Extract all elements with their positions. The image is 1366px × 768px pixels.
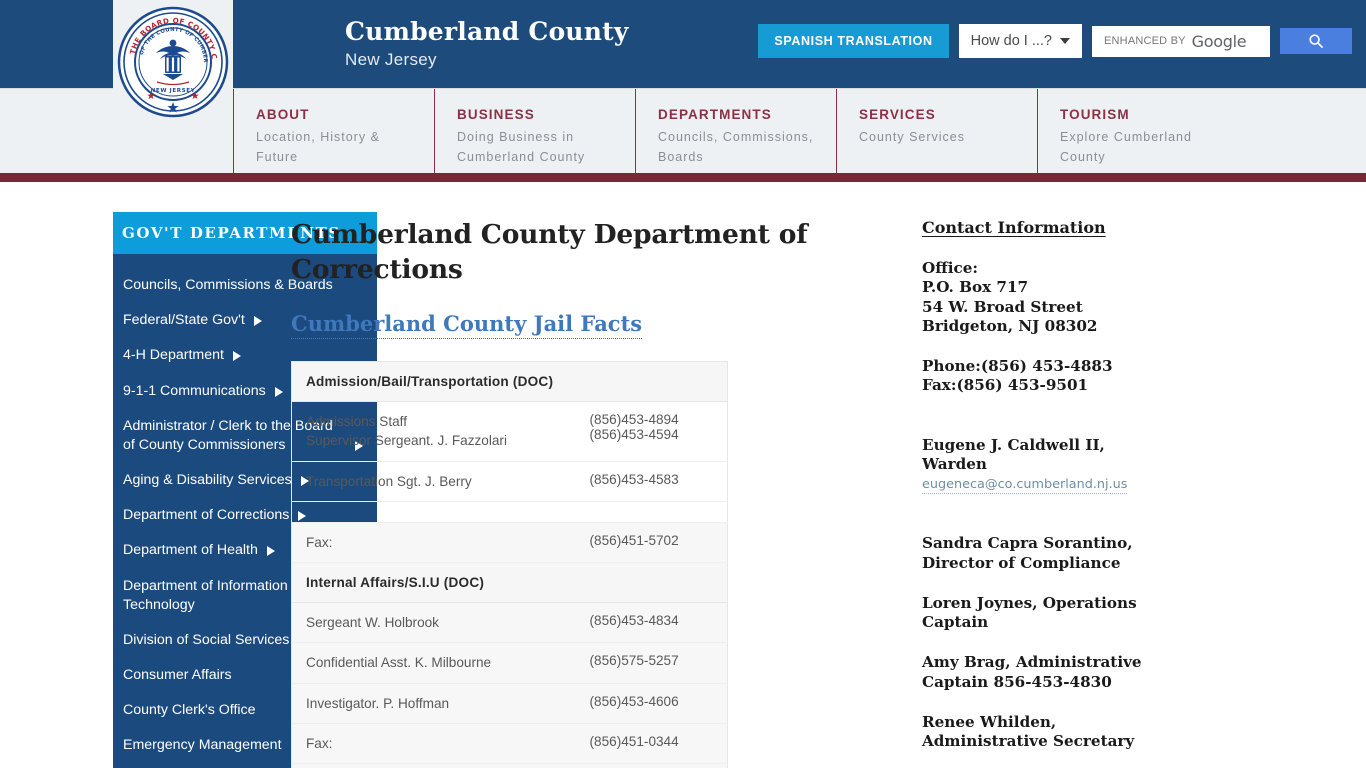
nav-item-tourism[interactable]: TOURISM Explore Cumberland County — [1037, 89, 1238, 173]
table-section-header: Admission/Bail/Transportation (DOC) — [291, 361, 728, 402]
how-do-i-label: How do I ...? — [970, 33, 1052, 49]
contact-information-heading[interactable]: Contact Information — [922, 218, 1152, 237]
warden-name: Eugene J. Caldwell II, Warden — [922, 436, 1105, 474]
table-cell-phone: (856)453-4894 (856)453-4594 — [575, 401, 728, 462]
table-cell-name: Admissions Staff Supervisor Sergeant. J.… — [291, 401, 576, 462]
sidebar-item-label: Department of Corrections — [123, 507, 290, 524]
table-row: Confidential Asst. K. Milbourne (856)575-… — [291, 642, 728, 684]
nav-subtitle: County Services — [859, 130, 966, 144]
page-root: THE BOARD OF COUNTY COMMISSIONERS OF THE… — [0, 0, 1366, 768]
table-cell-name: Fax: — [291, 522, 576, 564]
table-cell-phone: (856)453-4583 — [575, 461, 728, 502]
chevron-down-icon — [1060, 38, 1070, 44]
nav-accent-bar — [0, 173, 1366, 182]
spanish-translation-button[interactable]: SPANISH TRANSLATION — [758, 24, 949, 58]
nav-item-departments[interactable]: DEPARTMENTS Councils, Commissions, Board… — [635, 89, 836, 173]
sidebar-item-label: County Clerk's Office — [123, 702, 256, 719]
phone-fax-block: Phone:(856) 453-4883 Fax:(856) 453-9501 — [922, 357, 1113, 395]
county-seal-icon[interactable]: THE BOARD OF COUNTY COMMISSIONERS OF THE… — [113, 0, 229, 118]
table-cell-phone: (856)451-0344 — [575, 723, 728, 765]
header-left-pad — [0, 0, 110, 88]
nav-item-services[interactable]: SERVICES County Services — [836, 89, 1037, 173]
staff-operations-captain: Loren Joynes, Operations Captain — [922, 593, 1137, 632]
table-section-label: Internal Affairs/S.I.U (DOC) — [291, 562, 728, 604]
sidebar-item-label: 9-1-1 Communications — [123, 382, 266, 399]
table-cell-name — [291, 501, 576, 523]
table-row: Fax: (856)451-0344 — [291, 723, 728, 765]
warden-block: Eugene J. Caldwell II, Warden eugeneca@c… — [922, 417, 1152, 513]
table-cell-name: Investigator. P. Hoffman — [291, 683, 576, 725]
sidebar-item-label: Division of Social Services — [123, 631, 290, 648]
how-do-i-dropdown[interactable]: How do I ...? — [958, 24, 1082, 58]
table-row: Fax: (856)451-5702 — [291, 522, 728, 564]
table-cell-phone: (856)453-4834 — [575, 602, 728, 644]
jail-facts-link[interactable]: Cumberland County Jail Facts — [291, 311, 643, 339]
table-cell-name: Sergeant W. Holbrook — [291, 602, 576, 644]
table-section-header: Internal Affairs/S.I.U (DOC) — [291, 562, 728, 604]
nav-title: ABOUT — [256, 107, 310, 122]
staff-administrative-secretary: Renee Whilden, Administrative Secretary — [922, 713, 1135, 751]
table-section-label: Medical Department (DOC) — [291, 763, 728, 768]
table-cell-name: Fax: — [291, 723, 576, 765]
staff-director-compliance: Sandra Capra Sorantino, Director of Comp… — [922, 534, 1133, 572]
table-cell-name: Transportation Sgt. J. Berry — [291, 461, 576, 502]
table-row — [291, 501, 728, 523]
warden-email-link[interactable]: eugeneca@co.cumberland.nj.us — [922, 477, 1128, 494]
table-cell-name: Confidential Asst. K. Milbourne — [291, 642, 576, 684]
main-column: Cumberland County Department of Correcti… — [267, 182, 852, 768]
nav-item-business[interactable]: BUSINESS Doing Business in Cumberland Co… — [434, 89, 635, 173]
table-section-header: Medical Department (DOC) — [291, 763, 728, 768]
sidebar-column: GOV'T DEPARTMENTS Councils, Commissions … — [0, 182, 377, 768]
google-search-input[interactable]: ENHANCED BY Google — [1092, 25, 1270, 57]
google-prefix-label: ENHANCED BY — [1104, 35, 1186, 47]
nav-item-about[interactable]: ABOUT Location, History & Future — [233, 89, 434, 173]
site-subtitle: New Jersey — [345, 50, 437, 70]
sidebar-item-label: 4-H Department — [123, 347, 224, 364]
sidebar-item-label: Federal/State Gov't — [123, 312, 245, 329]
office-address-block: Office: P.O. Box 717 54 W. Broad Street … — [922, 259, 1098, 335]
nav-title: BUSINESS — [457, 107, 535, 122]
sidebar-item-label: Emergency Management — [123, 737, 282, 754]
jail-contacts-table: Admission/Bail/Transportation (DOC) Admis… — [291, 360, 728, 768]
header-tools: SPANISH TRANSLATION How do I ...? ENHANC… — [758, 24, 1352, 58]
sidebar-item-label: Consumer Affairs — [123, 667, 232, 684]
table-row: Investigator. P. Hoffman (856)453-4606 — [291, 683, 728, 725]
site-brand[interactable]: Cumberland County New Jersey — [345, 16, 629, 71]
right-column: Contact Information Office: P.O. Box 717… — [852, 182, 1152, 768]
search-button[interactable] — [1280, 28, 1352, 54]
nav-subtitle: Doing Business in Cumberland County — [457, 130, 586, 164]
search-icon — [1309, 34, 1323, 48]
chevron-right-icon — [232, 351, 241, 362]
nav-title: DEPARTMENTS — [658, 107, 772, 122]
nav-subtitle: Councils, Commissions, Boards — [658, 130, 814, 164]
google-wordmark: Google — [1191, 31, 1247, 51]
table-section-label: Admission/Bail/Transportation (DOC) — [291, 361, 728, 402]
table-cell-phone: (856)575-5257 — [575, 642, 728, 684]
page-content: GOV'T DEPARTMENTS Councils, Commissions … — [0, 182, 1366, 768]
site-header: THE BOARD OF COUNTY COMMISSIONERS OF THE… — [0, 0, 1366, 132]
page-title: Cumberland County Department of Correcti… — [291, 219, 808, 285]
site-title: Cumberland County — [345, 16, 629, 46]
svg-text:NEW JERSEY: NEW JERSEY — [151, 88, 196, 94]
table-cell-phone — [575, 501, 728, 523]
nav-subtitle: Location, History & Future — [256, 130, 380, 164]
table-cell-phone: (856)453-4606 — [575, 683, 728, 725]
table-row: Transportation Sgt. J. Berry (856)453-458… — [291, 461, 728, 502]
table-row: Sergeant W. Holbrook (856)453-4834 — [291, 602, 728, 644]
staff-administrative-captain: Amy Brag, Administrative Captain 856-453… — [922, 653, 1142, 691]
nav-title: TOURISM — [1060, 107, 1130, 122]
county-seal-plate: THE BOARD OF COUNTY COMMISSIONERS OF THE… — [113, 0, 233, 132]
nav-subtitle: Explore Cumberland County — [1060, 130, 1192, 164]
nav-title: SERVICES — [859, 107, 936, 122]
chevron-right-icon — [253, 316, 262, 327]
sidebar-item-label: Department of Health — [123, 542, 258, 559]
table-cell-phone: (856)451-5702 — [575, 522, 728, 564]
table-row: Admissions Staff Supervisor Sergeant. J.… — [291, 401, 728, 462]
